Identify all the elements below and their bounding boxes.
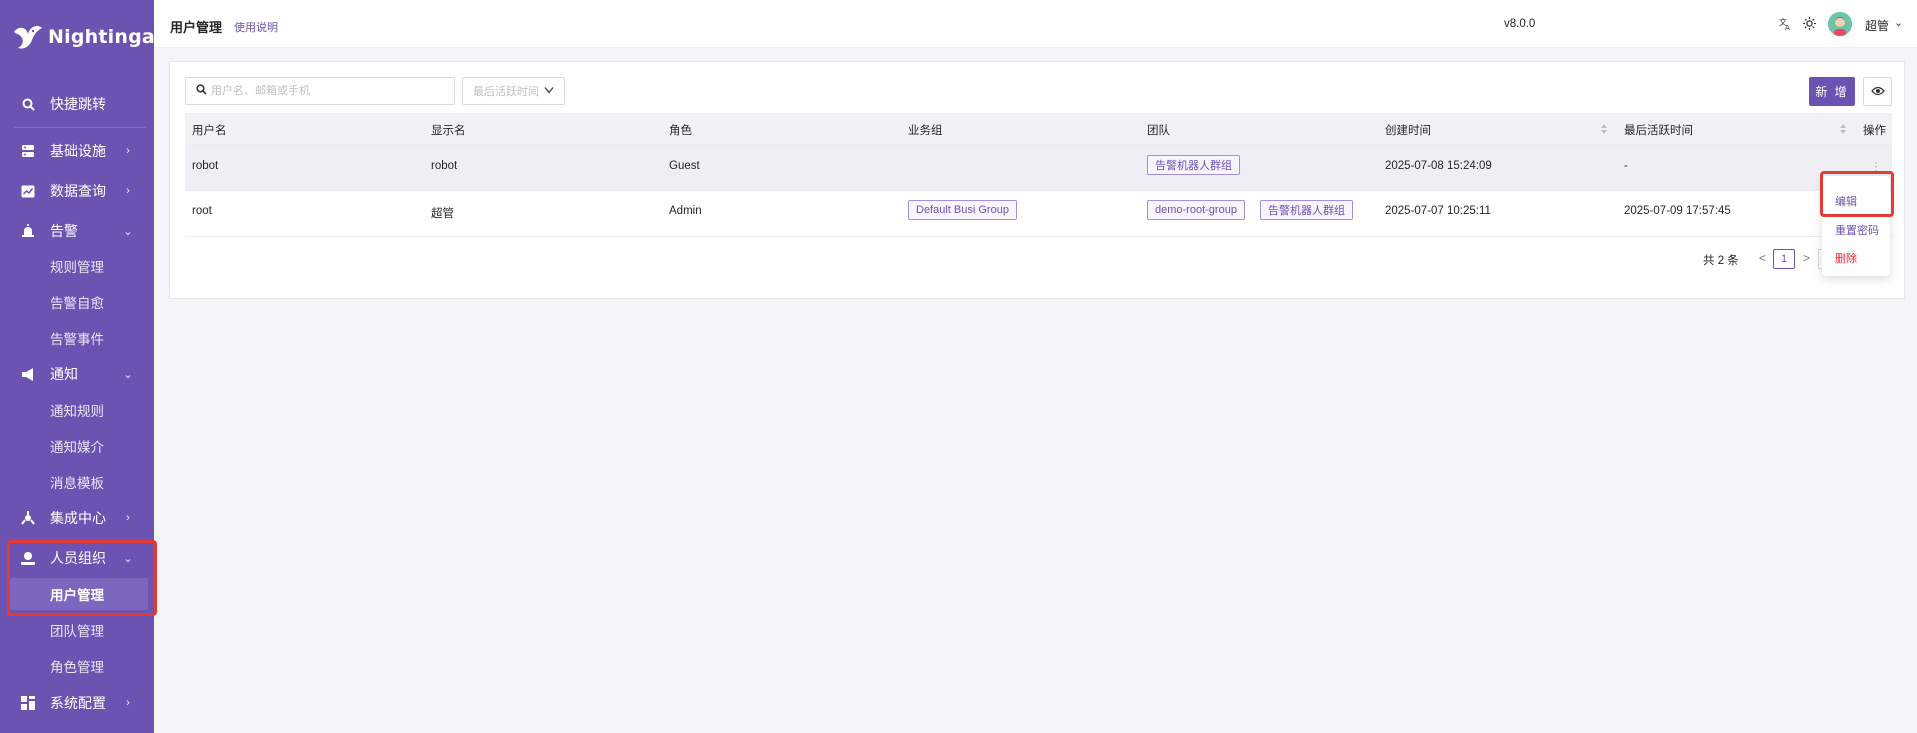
eye-icon: [1870, 85, 1885, 99]
table-row[interactable]: robot robot Guest 告警机器人群组 2025-07-08 15:…: [185, 145, 1892, 191]
sidebar-item-integration-center[interactable]: 集成中心 ›: [0, 500, 154, 536]
sidebar-item-alert[interactable]: 告警 ⌄: [0, 213, 154, 249]
sidebar-item-people-org[interactable]: 人员组织 ⌄: [0, 540, 154, 576]
chevron-down-icon: ⌄: [123, 225, 133, 238]
server-icon: [20, 143, 36, 159]
theme-sun-icon[interactable]: [1801, 15, 1817, 31]
column-header-team: 团队: [1147, 125, 1170, 137]
chart-icon: [20, 183, 36, 199]
sidebar-item-infrastructure[interactable]: 基础设施 ›: [0, 133, 154, 169]
cell-display-name: 超管: [431, 208, 454, 220]
translate-icon[interactable]: 文A: [1777, 15, 1793, 31]
cell-last-active: -: [1624, 160, 1628, 172]
nightingale-bird-icon: [14, 26, 42, 49]
pagination-next-icon[interactable]: >: [1803, 251, 1810, 265]
column-header-display-name: 显示名: [431, 125, 466, 137]
add-user-button[interactable]: 新 增: [1809, 77, 1855, 106]
sidebar-item-system-config[interactable]: 系统配置 ›: [0, 685, 154, 721]
cell-username: root: [192, 205, 212, 217]
pagination-total: 共 2 条: [1703, 255, 1739, 267]
sidebar-subitem-role-management[interactable]: 角色管理: [10, 650, 148, 682]
brand-logo[interactable]: Nightingale: [12, 22, 175, 52]
chevron-down-icon: [544, 84, 554, 99]
team-tag: 告警机器人群组: [1260, 200, 1353, 220]
search-input[interactable]: [211, 85, 441, 97]
avatar[interactable]: [1828, 12, 1852, 36]
sidebar-subitem-alert-events[interactable]: 告警事件: [10, 322, 148, 354]
last-active-time-select[interactable]: 最后活跃时间: [462, 77, 565, 105]
sidebar: Nightingale 快捷跳转 基础设施 › 数据查询 › 告警 ⌄ 规则管理…: [0, 0, 174, 733]
team-tag: demo-root-group: [1147, 200, 1245, 220]
pagination-prev-icon[interactable]: <: [1759, 251, 1766, 265]
sidebar-subitem-user-management[interactable]: 用户管理: [10, 578, 148, 610]
sidebar-subitem-notify-media[interactable]: 通知媒介: [10, 430, 148, 462]
sidebar-item-label: 集成中心: [50, 510, 106, 526]
search-input-wrapper[interactable]: [185, 77, 455, 105]
team-tag: 告警机器人群组: [1147, 155, 1240, 175]
page-title: 用户管理: [170, 20, 223, 35]
select-placeholder: 最后活跃时间: [473, 86, 539, 98]
column-header-username: 用户名: [192, 125, 227, 137]
integration-icon: [20, 510, 36, 526]
column-header-role: 角色: [669, 125, 692, 137]
chevron-right-icon: ›: [126, 697, 130, 709]
sidebar-item-data-query[interactable]: 数据查询 ›: [0, 173, 154, 209]
column-header-last-active[interactable]: 最后活跃时间: [1624, 122, 1693, 138]
edit-menu-item[interactable]: 编辑: [1835, 193, 1857, 209]
row-actions-dropdown: 编辑 重置密码 删除: [1822, 176, 1890, 276]
cell-display-name: robot: [431, 160, 458, 172]
chevron-down-icon: ⌄: [123, 552, 133, 565]
chevron-right-icon: ›: [126, 185, 130, 197]
username[interactable]: 超管: [1865, 17, 1889, 34]
sidebar-subitem-notify-rules[interactable]: 通知规则: [10, 394, 148, 426]
divider: [14, 127, 146, 128]
grid-icon: [20, 695, 36, 711]
table-header: 用户名 显示名 角色 业务组 团队 创建时间 最后活跃时间 操作: [185, 113, 1892, 145]
sidebar-subitem-message-templates[interactable]: 消息模板: [10, 466, 148, 498]
sidebar-item-label: 快捷跳转: [50, 96, 106, 112]
column-header-actions: 操作: [1863, 125, 1886, 137]
sidebar-subitem-rule-management[interactable]: 规则管理: [10, 250, 148, 282]
chevron-right-icon: ›: [126, 512, 130, 524]
chevron-down-icon: ⌄: [123, 368, 133, 381]
sidebar-subitem-team-management[interactable]: 团队管理: [10, 614, 148, 646]
cell-last-active: 2025-07-09 17:57:45: [1624, 205, 1731, 217]
cell-username: robot: [192, 160, 219, 172]
sidebar-item-label: 基础设施: [50, 143, 106, 159]
cell-created-time: 2025-07-08 15:24:09: [1385, 160, 1492, 172]
sidebar-item-label: 人员组织: [50, 550, 106, 566]
row-more-actions-icon[interactable]: · · ·: [1871, 156, 1881, 176]
sidebar-item-label: 数据查询: [50, 183, 106, 199]
cell-role: Guest: [669, 160, 700, 172]
sidebar-item-quick-jump[interactable]: 快捷跳转: [0, 86, 154, 122]
user-icon: [20, 550, 36, 566]
help-link[interactable]: 使用说明: [234, 19, 278, 35]
chevron-right-icon: ›: [126, 145, 130, 157]
sidebar-subitem-alert-self-heal[interactable]: 告警自愈: [10, 286, 148, 318]
sidebar-item-notification[interactable]: 通知 ⌄: [0, 356, 154, 392]
alarm-icon: [20, 223, 36, 239]
column-header-created-time[interactable]: 创建时间: [1385, 122, 1431, 138]
reset-password-menu-item[interactable]: 重置密码: [1835, 222, 1879, 238]
sidebar-item-label: 系统配置: [50, 695, 106, 711]
sort-icon[interactable]: [1839, 122, 1847, 136]
delete-menu-item[interactable]: 删除: [1835, 250, 1857, 266]
column-header-busi-group: 业务组: [908, 125, 943, 137]
cell-created-time: 2025-07-07 10:25:11: [1385, 205, 1491, 217]
megaphone-icon: [20, 366, 36, 382]
sort-icon[interactable]: [1600, 122, 1608, 136]
sidebar-item-label: 通知: [50, 366, 78, 382]
sidebar-item-label: 告警: [50, 223, 78, 239]
column-visibility-button[interactable]: [1863, 77, 1892, 106]
top-bar: 用户管理 使用说明 v8.0.0 文A 超管 ⌄: [154, 0, 1917, 48]
search-icon: [20, 96, 36, 112]
version-label: v8.0.0: [1504, 18, 1536, 30]
table-row[interactable]: root 超管 Admin Default Busi Group demo-ro…: [185, 191, 1892, 237]
svg-text:A: A: [1785, 24, 1790, 30]
pagination-page-current[interactable]: 1: [1773, 249, 1795, 269]
chevron-down-icon[interactable]: ⌄: [1894, 16, 1903, 29]
cell-role: Admin: [669, 205, 702, 217]
busi-group-tag: Default Busi Group: [908, 200, 1017, 220]
search-icon: [196, 84, 207, 98]
